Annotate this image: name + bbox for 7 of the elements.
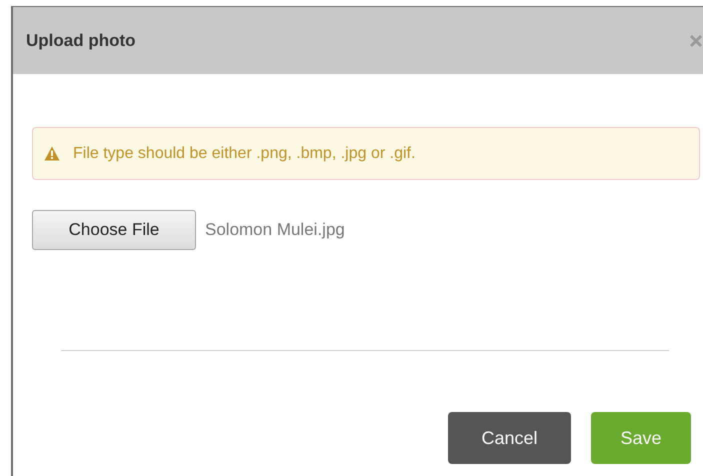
alert-message: File type should be either .png, .bmp, .jpg or .gif.	[73, 144, 416, 162]
choose-file-button[interactable]: Choose File	[32, 210, 196, 250]
cancel-button[interactable]: Cancel	[448, 412, 571, 464]
close-icon[interactable]	[689, 34, 703, 48]
warning-icon	[44, 146, 60, 161]
dialog-title: Upload photo	[26, 30, 136, 50]
file-name: Solomon Mulei.jpg	[205, 220, 345, 240]
